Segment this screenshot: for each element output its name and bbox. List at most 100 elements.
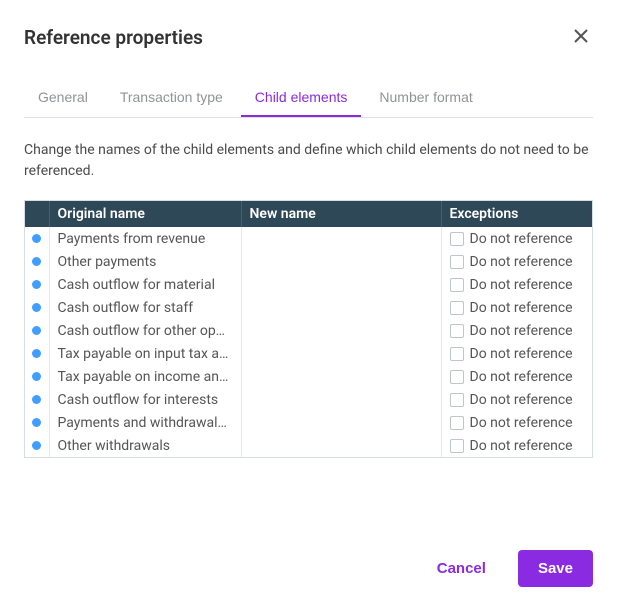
exception-checkbox[interactable] bbox=[450, 301, 464, 315]
row-bullet-cell bbox=[25, 388, 49, 411]
row-bullet-cell bbox=[25, 434, 49, 457]
dialog-footer: Cancel Save bbox=[401, 530, 617, 607]
new-name-cell[interactable] bbox=[241, 227, 441, 250]
exception-label: Do not reference bbox=[470, 277, 573, 293]
row-bullet-cell bbox=[25, 296, 49, 319]
exception-checkbox[interactable] bbox=[450, 393, 464, 407]
exception-cell: Do not reference bbox=[441, 434, 592, 457]
exception-checkbox[interactable] bbox=[450, 324, 464, 338]
table-row: Payments and withdrawal… Do not reference bbox=[25, 411, 592, 434]
row-bullet-cell bbox=[25, 342, 49, 365]
new-name-cell[interactable] bbox=[241, 388, 441, 411]
close-button[interactable] bbox=[569, 24, 593, 51]
bullet-icon bbox=[32, 418, 41, 427]
exception-label: Do not reference bbox=[470, 346, 573, 362]
table-row: Other withdrawals Do not reference bbox=[25, 434, 592, 457]
original-name-cell[interactable]: Tax payable on income an… bbox=[49, 365, 241, 388]
save-button[interactable]: Save bbox=[518, 550, 593, 587]
exception-label: Do not reference bbox=[470, 438, 573, 454]
new-name-cell[interactable] bbox=[241, 273, 441, 296]
original-name-cell[interactable]: Cash outflow for other op… bbox=[49, 319, 241, 342]
new-name-cell[interactable] bbox=[241, 411, 441, 434]
exception-label: Do not reference bbox=[470, 392, 573, 408]
tab-bar: General Transaction type Child elements … bbox=[24, 79, 593, 118]
exception-cell: Do not reference bbox=[441, 319, 592, 342]
bullet-icon bbox=[32, 303, 41, 312]
row-bullet-cell bbox=[25, 273, 49, 296]
column-header-new[interactable]: New name bbox=[241, 201, 441, 227]
table-row: Tax payable on income an… Do not referenc… bbox=[25, 365, 592, 388]
exception-label: Do not reference bbox=[470, 300, 573, 316]
exception-checkbox[interactable] bbox=[450, 439, 464, 453]
bullet-icon bbox=[32, 257, 41, 266]
exception-label: Do not reference bbox=[470, 369, 573, 385]
table-row: Cash outflow for staff Do not reference bbox=[25, 296, 592, 319]
row-bullet-cell bbox=[25, 411, 49, 434]
bullet-icon bbox=[32, 280, 41, 289]
exception-checkbox[interactable] bbox=[450, 347, 464, 361]
row-bullet-cell bbox=[25, 365, 49, 388]
new-name-cell[interactable] bbox=[241, 434, 441, 457]
dialog-title: Reference properties bbox=[24, 26, 203, 49]
exception-label: Do not reference bbox=[470, 231, 573, 247]
cancel-button[interactable]: Cancel bbox=[425, 550, 498, 587]
exception-cell: Do not reference bbox=[441, 273, 592, 296]
exception-cell: Do not reference bbox=[441, 296, 592, 319]
table-row: Tax payable on input tax a… Do not refere… bbox=[25, 342, 592, 365]
tab-description: Change the names of the child elements a… bbox=[24, 140, 593, 182]
bullet-icon bbox=[32, 395, 41, 404]
original-name-cell[interactable]: Payments and withdrawal… bbox=[49, 411, 241, 434]
original-name-cell[interactable]: Payments from revenue bbox=[49, 227, 241, 250]
exception-checkbox[interactable] bbox=[450, 232, 464, 246]
new-name-cell[interactable] bbox=[241, 365, 441, 388]
close-icon bbox=[573, 28, 589, 47]
table-header-row: Original name New name Exceptions bbox=[25, 201, 592, 227]
row-bullet-cell bbox=[25, 250, 49, 273]
column-header-exceptions[interactable]: Exceptions bbox=[441, 201, 592, 227]
original-name-cell[interactable]: Other withdrawals bbox=[49, 434, 241, 457]
row-bullet-cell bbox=[25, 319, 49, 342]
column-header-original[interactable]: Original name bbox=[49, 201, 241, 227]
bullet-icon bbox=[32, 349, 41, 358]
table-row: Cash outflow for material Do not referenc… bbox=[25, 273, 592, 296]
table-body: Payments from revenueDo not referenceOth… bbox=[25, 227, 592, 457]
original-name-cell[interactable]: Cash outflow for material bbox=[49, 273, 241, 296]
table-row: Other payments Do not reference bbox=[25, 250, 592, 273]
new-name-cell[interactable] bbox=[241, 342, 441, 365]
table-row: Cash outflow for other op… Do not referen… bbox=[25, 319, 592, 342]
child-elements-table: Original name New name Exceptions Paymen… bbox=[24, 200, 593, 458]
reference-properties-dialog: Reference properties General Transaction… bbox=[0, 0, 617, 478]
bullet-icon bbox=[32, 372, 41, 381]
original-name-cell[interactable]: Other payments bbox=[49, 250, 241, 273]
new-name-cell[interactable] bbox=[241, 319, 441, 342]
tab-number-format[interactable]: Number format bbox=[365, 79, 486, 117]
exception-checkbox[interactable] bbox=[450, 416, 464, 430]
new-name-cell[interactable] bbox=[241, 296, 441, 319]
exception-cell: Do not reference bbox=[441, 342, 592, 365]
exception-checkbox[interactable] bbox=[450, 278, 464, 292]
exception-cell: Do not reference bbox=[441, 388, 592, 411]
original-name-cell[interactable]: Cash outflow for staff bbox=[49, 296, 241, 319]
exception-cell: Do not reference bbox=[441, 227, 592, 250]
exception-cell: Do not reference bbox=[441, 411, 592, 434]
exception-label: Do not reference bbox=[470, 415, 573, 431]
exception-checkbox[interactable] bbox=[450, 370, 464, 384]
exception-label: Do not reference bbox=[470, 254, 573, 270]
exception-label: Do not reference bbox=[470, 323, 573, 339]
dialog-header: Reference properties bbox=[24, 24, 593, 51]
tab-general[interactable]: General bbox=[24, 79, 102, 117]
bullet-icon bbox=[32, 234, 41, 243]
tab-transaction-type[interactable]: Transaction type bbox=[106, 79, 237, 117]
bullet-icon bbox=[32, 326, 41, 335]
column-header-bullet bbox=[25, 201, 49, 227]
row-bullet-cell bbox=[25, 227, 49, 250]
tab-child-elements[interactable]: Child elements bbox=[241, 79, 362, 117]
new-name-cell[interactable] bbox=[241, 250, 441, 273]
original-name-cell[interactable]: Tax payable on input tax a… bbox=[49, 342, 241, 365]
exception-cell: Do not reference bbox=[441, 365, 592, 388]
original-name-cell[interactable]: Cash outflow for interests bbox=[49, 388, 241, 411]
exception-checkbox[interactable] bbox=[450, 255, 464, 269]
bullet-icon bbox=[32, 441, 41, 450]
table-row: Payments from revenue Do not reference bbox=[25, 227, 592, 250]
exception-cell: Do not reference bbox=[441, 250, 592, 273]
